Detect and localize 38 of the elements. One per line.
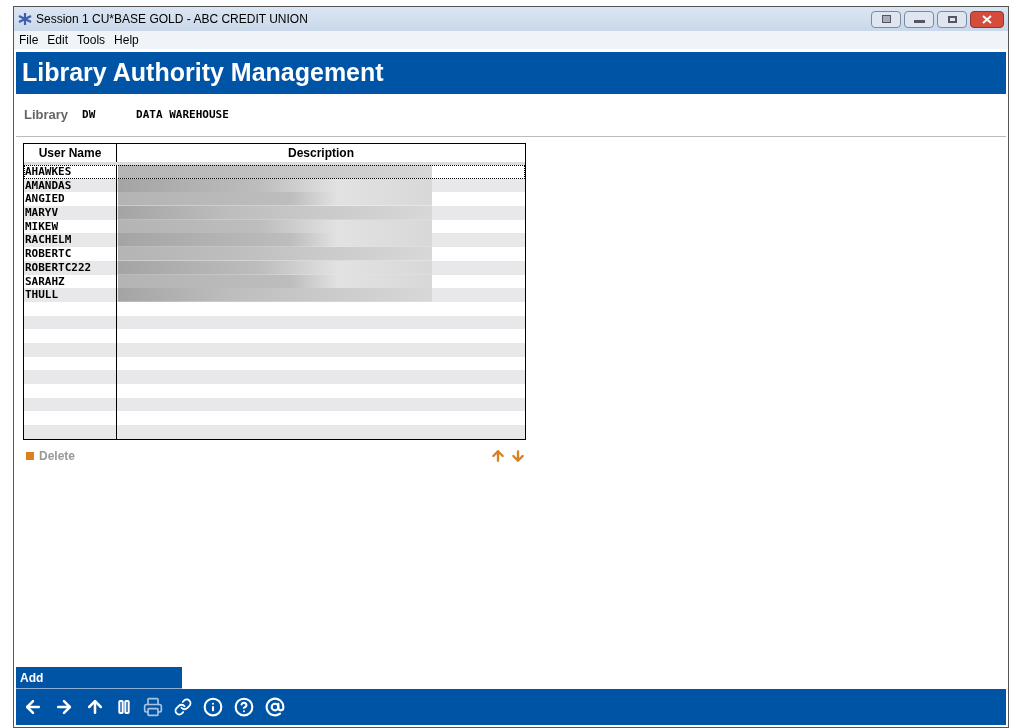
asterisk-icon xyxy=(18,12,32,26)
minimize-button[interactable] xyxy=(904,10,934,28)
window-title: Session 1 CU*BASE GOLD - ABC CREDIT UNION xyxy=(36,11,308,28)
info-icon[interactable] xyxy=(203,697,223,717)
library-code: DW xyxy=(82,106,97,123)
table-row[interactable]: MARYV xyxy=(24,206,525,220)
user-name-cell: ROBERTC xyxy=(24,247,117,261)
link-icon[interactable] xyxy=(174,698,192,716)
restore-button[interactable] xyxy=(871,10,901,28)
forward-icon[interactable] xyxy=(54,697,74,717)
table-row[interactable]: AHAWKES xyxy=(24,165,525,179)
close-button[interactable] xyxy=(970,10,1004,28)
library-label: Library xyxy=(24,106,69,125)
column-header: User Name xyxy=(24,144,117,162)
at-sign-icon[interactable] xyxy=(265,697,285,717)
back-icon[interactable] xyxy=(23,697,43,717)
table-row[interactable]: RACHELM xyxy=(24,233,525,248)
library-name: DATA WAREHOUSE xyxy=(136,106,229,123)
help-icon[interactable] xyxy=(234,697,254,717)
menu-item[interactable]: Tools xyxy=(77,31,106,49)
menu-item[interactable]: File xyxy=(19,31,39,49)
add-function[interactable]: Add xyxy=(20,668,44,687)
user-name-cell: THULL xyxy=(24,288,117,302)
up-arrow-icon[interactable] xyxy=(85,697,105,717)
pause-icon[interactable] xyxy=(116,699,132,715)
table-row[interactable]: THULL xyxy=(24,288,525,302)
user-name-cell: AHAWKES xyxy=(24,165,117,179)
column-header: Description xyxy=(287,145,355,162)
user-name-cell: MARYV xyxy=(24,206,117,220)
menu-item[interactable]: Help xyxy=(114,31,139,49)
page-title: Library Authority Management xyxy=(22,57,384,89)
scroll-up-icon[interactable] xyxy=(490,447,506,464)
close-icon xyxy=(982,14,992,24)
maximize-button[interactable] xyxy=(937,10,967,28)
printer-icon[interactable] xyxy=(143,697,163,717)
menu-item[interactable]: Edit xyxy=(47,31,69,49)
user-name-cell: ROBERTC222 xyxy=(24,260,117,275)
scroll-down-icon[interactable] xyxy=(510,447,526,464)
